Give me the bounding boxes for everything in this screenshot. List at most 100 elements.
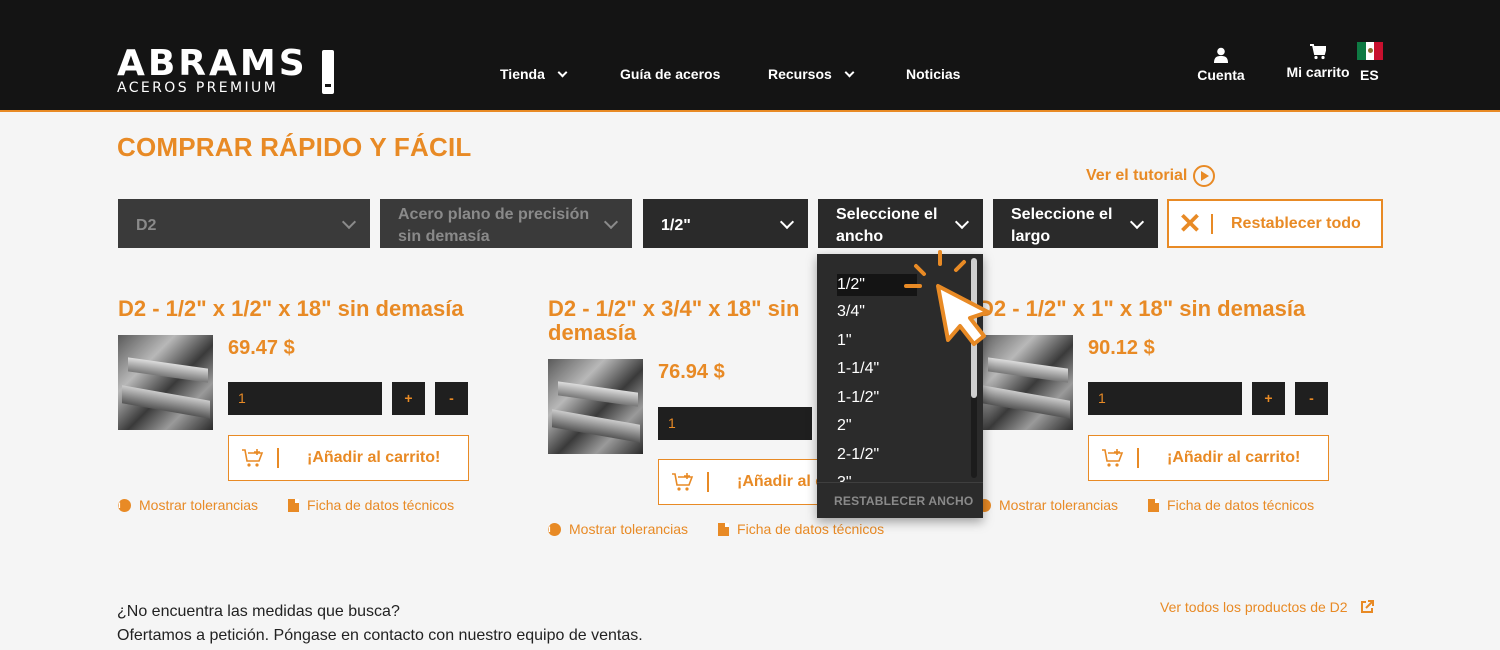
show-tolerances-link[interactable]: iMostrar tolerancias (978, 497, 1118, 513)
add-cart-icon (229, 448, 277, 468)
product-card: D2 - 1/2" x 1/2" x 18" sin demasía 69.47… (118, 297, 498, 527)
divider (1137, 448, 1139, 468)
quantity-input[interactable]: 1 (228, 382, 382, 415)
mexico-flag-icon[interactable] (1357, 42, 1384, 60)
quantity-input[interactable]: 1 (1088, 382, 1242, 415)
add-to-cart-button[interactable]: ¡Añadir al carrito! (228, 435, 469, 481)
language-selector[interactable]: ES (1360, 67, 1379, 83)
dropdown-option[interactable]: 1-1/2" (837, 387, 879, 409)
dropdown-option[interactable]: 1" (837, 330, 852, 352)
divider (277, 448, 279, 468)
account-link[interactable]: Cuenta (1193, 47, 1249, 83)
tolerances-label: Mostrar tolerancias (139, 497, 259, 513)
quantity-plus-button[interactable]: + (392, 382, 425, 415)
chevron-down-icon (603, 214, 619, 230)
add-to-cart-button[interactable]: ¡Añadir al carrito! (1088, 435, 1329, 481)
nav-label: Noticias (906, 66, 961, 82)
datasheet-label: Ficha de datos técnicos (737, 521, 885, 537)
scrollbar-thumb[interactable] (971, 258, 977, 398)
select-value: Seleccione el largo (1011, 205, 1113, 245)
thickness-select[interactable]: 1/2" (643, 199, 808, 248)
quantity-minus-button[interactable]: - (1295, 382, 1328, 415)
product-price: 69.47 $ (228, 337, 295, 359)
product-image[interactable] (978, 335, 1073, 430)
add-to-cart-label: ¡Añadir al carrito! (307, 449, 441, 466)
reset-width-button[interactable]: RESTABLECER ANCHO (817, 482, 983, 518)
product-price: 76.94 $ (658, 361, 725, 383)
nav-noticias[interactable]: Noticias (906, 66, 960, 86)
dropdown-option[interactable]: 2-1/2" (837, 444, 879, 466)
product-title[interactable]: D2 - 1/2" x 1" x 18" sin demasía (978, 297, 1358, 321)
chevron-down-icon (779, 214, 795, 230)
product-price: 90.12 $ (1088, 337, 1155, 359)
logo-bar-icon (322, 50, 334, 94)
cart-link[interactable]: Mi carrito (1284, 44, 1352, 80)
reset-all-button[interactable]: ✕ Restablecer todo (1167, 199, 1383, 248)
datasheet-link[interactable]: Ficha de datos técnicos (1148, 497, 1314, 513)
tutorial-label: Ver el tutorial (1086, 167, 1188, 184)
chevron-down-icon (341, 214, 357, 230)
dropdown-option[interactable]: 1/2" (837, 274, 917, 296)
account-label: Cuenta (1197, 67, 1245, 83)
width-select[interactable]: Seleccione el ancho (818, 199, 983, 248)
external-link-icon (1360, 600, 1374, 613)
tutorial-link[interactable]: Ver el tutorial (1086, 165, 1216, 187)
nav-tienda[interactable]: Tienda (500, 66, 568, 86)
custom-sizes-note: ¿No encuentra las medidas que busca? Ofe… (117, 600, 643, 648)
nav-label: Recursos (768, 66, 832, 82)
dropdown-option[interactable]: 1-1/4" (837, 358, 879, 380)
datasheet-link[interactable]: Ficha de datos técnicos (288, 497, 454, 513)
chevron-down-icon (1129, 214, 1145, 230)
show-tolerances-link[interactable]: i Mostrar tolerancias (118, 497, 258, 513)
product-type-select: Acero plano de precisión sin demasía (380, 199, 632, 248)
all-products-label: Ver todos los productos de D2 (1160, 599, 1348, 615)
reset-all-label: Restablecer todo (1231, 214, 1361, 232)
document-icon (1148, 498, 1160, 512)
select-value: Seleccione el ancho (836, 205, 938, 245)
datasheet-link[interactable]: Ficha de datos técnicos (718, 521, 884, 537)
product-links: iMostrar tolerancias Ficha de datos técn… (548, 521, 884, 537)
tolerances-label: Mostrar tolerancias (569, 521, 689, 537)
site-header: ABRAMS ACEROS PREMIUM Tienda Guía de ace… (0, 0, 1500, 112)
length-select[interactable]: Seleccione el largo (993, 199, 1158, 248)
dropdown-option[interactable]: 3" (837, 472, 852, 482)
quantity-plus-button[interactable]: + (1252, 382, 1285, 415)
note-line-1: ¿No encuentra las medidas que busca? (117, 603, 400, 620)
add-cart-icon (1089, 448, 1137, 468)
divider (1211, 213, 1213, 234)
add-cart-icon (659, 472, 707, 492)
datasheet-label: Ficha de datos técnicos (1167, 497, 1315, 513)
product-image[interactable] (548, 359, 643, 454)
width-dropdown-menu: 1/2" 3/4" 1" 1-1/4" 1-1/2" 2" 2-1/2" 3" … (817, 254, 983, 518)
dropdown-scrollbar[interactable] (971, 258, 977, 478)
nav-label: Tienda (500, 66, 545, 82)
product-image[interactable] (118, 335, 213, 430)
nav-recursos[interactable]: Recursos (768, 66, 855, 86)
cart-label: Mi carrito (1286, 64, 1350, 80)
nav-guia-de-aceros[interactable]: Guía de aceros (620, 66, 720, 86)
quantity-minus-button[interactable]: - (435, 382, 468, 415)
chevron-down-icon (954, 214, 970, 230)
quantity-input[interactable]: 1 (658, 407, 812, 440)
divider (707, 472, 709, 492)
nav-label: Guía de aceros (620, 66, 721, 82)
user-icon (1214, 47, 1228, 63)
abrams-logo[interactable]: ABRAMS ACEROS PREMIUM (117, 46, 337, 98)
logo-tagline: ACEROS PREMIUM (117, 80, 279, 96)
document-icon (288, 498, 300, 512)
dropdown-option[interactable]: 2" (837, 415, 852, 437)
product-links: iMostrar tolerancias Ficha de datos técn… (978, 497, 1314, 513)
dropdown-option[interactable]: 3/4" (837, 301, 865, 323)
close-icon: ✕ (1178, 207, 1202, 239)
select-value: 1/2" (661, 216, 691, 234)
info-icon: i (118, 498, 131, 512)
add-to-cart-label: ¡Añadir al carrito! (1167, 449, 1301, 466)
all-products-link[interactable]: Ver todos los productos de D2 (1160, 599, 1374, 615)
logo-wordmark: ABRAMS (117, 43, 308, 84)
select-value: D2 (136, 216, 157, 234)
page-title: COMPRAR RÁPIDO Y FÁCIL (117, 132, 472, 162)
show-tolerances-link[interactable]: iMostrar tolerancias (548, 521, 688, 537)
product-title[interactable]: D2 - 1/2" x 1/2" x 18" sin demasía (118, 297, 498, 321)
product-title[interactable]: D2 - 1/2" x 3/4" x 18" sin demasía (548, 297, 818, 345)
chevron-down-icon (557, 67, 568, 78)
